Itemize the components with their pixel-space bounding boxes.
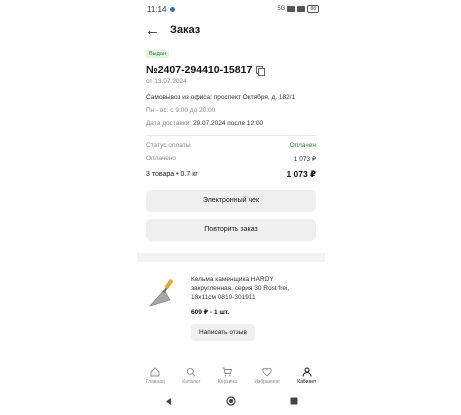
order-content: Выдан №2407-294410-15817 от 13.07.2024 С… bbox=[137, 42, 325, 367]
order-date: от 13.07.2024 bbox=[146, 78, 187, 85]
delivery-label: Дата доставки: bbox=[146, 120, 192, 127]
bottom-navigation: Главная Каталог Корзина Избранное Кабине… bbox=[137, 359, 325, 385]
order-number: №2407-294410-15817 bbox=[146, 64, 253, 76]
status-bar: 11:14 5G 88 bbox=[137, 0, 325, 18]
page-title: Заказ bbox=[170, 24, 201, 36]
nav-item-catalog[interactable]: Каталог bbox=[182, 367, 200, 385]
status-badge: Выдан bbox=[146, 50, 169, 58]
paid-value: 1 073 ₽ bbox=[293, 156, 316, 163]
total-row: 3 товара • 0.7 кг 1 073 ₽ bbox=[146, 169, 316, 180]
heart-icon bbox=[262, 367, 272, 377]
system-navigation-bar bbox=[137, 387, 325, 415]
nav-item-favorites[interactable]: Избранное bbox=[254, 367, 280, 385]
payment-status-row: Статус оплаты Оплачен bbox=[146, 142, 316, 149]
items-summary: 3 товара • 0.7 кг bbox=[146, 171, 198, 178]
total-amount: 1 073 ₽ bbox=[286, 169, 316, 179]
write-review-button[interactable]: Написать отзыв bbox=[191, 324, 255, 342]
nav-label-cart: Корзина bbox=[217, 379, 237, 385]
system-recents-icon[interactable] bbox=[290, 397, 298, 405]
divider bbox=[146, 135, 316, 136]
paid-label: Оплачено bbox=[146, 155, 177, 162]
order-number-row: №2407-294410-15817 bbox=[146, 64, 316, 76]
user-icon bbox=[302, 367, 312, 377]
battery-icon: 88 bbox=[307, 5, 319, 13]
nav-label-home: Главная bbox=[145, 379, 165, 385]
signal-icon bbox=[287, 6, 296, 12]
copy-icon[interactable] bbox=[256, 65, 266, 76]
cart-icon bbox=[222, 367, 233, 377]
home-icon bbox=[150, 367, 160, 377]
search-icon bbox=[187, 367, 196, 377]
section-separator bbox=[137, 253, 325, 262]
app-header: ← Заказ bbox=[137, 18, 325, 42]
trowel-product-image bbox=[149, 279, 173, 307]
network-label: 5G bbox=[277, 6, 286, 12]
nav-label-favorites: Избранное bbox=[254, 379, 280, 385]
wifi-icon bbox=[297, 6, 306, 12]
nav-item-home[interactable]: Главная bbox=[146, 367, 165, 385]
repeat-order-button[interactable]: Повторить заказ bbox=[146, 219, 316, 241]
product-name: Кельма каменщика HARDY закругленная, сер… bbox=[191, 276, 290, 301]
delivery-value: 29.07.2024 после 12:00 bbox=[192, 120, 264, 127]
payment-status-label: Статус оплаты bbox=[146, 142, 191, 149]
nav-label-catalog: Каталог bbox=[182, 379, 201, 385]
app-notification-icon bbox=[170, 6, 176, 12]
office-hours: Пн - вс: с 9:00 до 20:00 bbox=[146, 107, 216, 114]
nav-item-cart[interactable]: Корзина bbox=[218, 367, 237, 385]
system-home-icon[interactable] bbox=[226, 396, 237, 406]
status-time: 11:14 bbox=[147, 4, 167, 14]
paid-row: Оплачено 1 073 ₽ bbox=[146, 155, 316, 163]
nav-item-cabinet[interactable]: Кабинет bbox=[297, 367, 316, 385]
product-price: 609 ₽ - 1 шт. bbox=[191, 309, 230, 317]
screen: 11:14 5G 88 ← Заказ Выдан №2407-294410-1… bbox=[0, 0, 461, 415]
product-item[interactable]: Кельма каменщика HARDY закругленная, сер… bbox=[146, 262, 316, 342]
pickup-address: Самовывоз из офиса: проспект Октября, д.… bbox=[146, 94, 296, 101]
phone-screen: 11:14 5G 88 ← Заказ Выдан №2407-294410-1… bbox=[137, 0, 325, 415]
back-arrow-icon[interactable]: ← bbox=[145, 23, 160, 38]
e-receipt-button[interactable]: Электронный чек bbox=[146, 190, 316, 212]
delivery-date: Дата доставки: 29.07.2024 после 12:00 bbox=[146, 120, 316, 127]
payment-status-value: Оплачен bbox=[289, 142, 316, 149]
system-back-icon[interactable] bbox=[164, 397, 173, 406]
nav-label-cabinet: Кабинет bbox=[297, 379, 317, 385]
